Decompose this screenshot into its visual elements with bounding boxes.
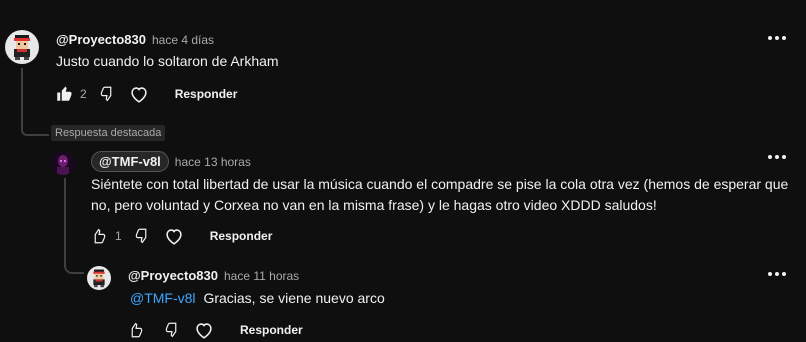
thumbs-up-icon — [131, 322, 143, 338]
heart-icon — [131, 87, 147, 103]
heart-icon — [196, 323, 212, 339]
pixel-character-icon — [93, 269, 105, 288]
avatar[interactable] — [87, 266, 111, 290]
like-count: 2 — [80, 87, 87, 101]
thread-line-reply-curve — [64, 262, 84, 274]
comment-text: @TMF-v8l Gracias, se viene nuevo arco — [130, 288, 385, 309]
more-vert-icon — [768, 36, 786, 40]
author-name[interactable]: @TMF-v8l — [91, 151, 169, 172]
dislike-button[interactable] — [95, 82, 119, 106]
like-button[interactable] — [87, 224, 111, 248]
avatar[interactable] — [51, 151, 75, 175]
heart-button[interactable] — [162, 224, 186, 248]
comment-header: @TMF-v8l hace 13 horas — [91, 151, 251, 172]
like-button[interactable] — [124, 318, 148, 342]
like-count: 1 — [115, 229, 122, 243]
thumbs-down-icon — [100, 86, 112, 102]
more-vert-icon — [768, 155, 786, 159]
thumbs-down-icon — [165, 322, 177, 338]
more-options-button[interactable] — [765, 26, 789, 50]
comment-text-line-1: Siéntete con total libertad de usar la m… — [91, 176, 789, 192]
comment-header: @Proyecto830 hace 11 horas — [128, 268, 299, 283]
avatar[interactable] — [5, 30, 39, 64]
comment-actions: 2 Responder — [52, 82, 237, 106]
dark-figure-icon — [51, 151, 75, 175]
highlighted-reply-badge: Respuesta destacada — [51, 125, 166, 141]
thread-line-reply — [64, 178, 66, 266]
heart-button[interactable] — [192, 318, 216, 342]
comment-text-body: Gracias, se viene nuevo arco — [203, 290, 385, 306]
heart-icon — [166, 229, 182, 245]
dislike-button[interactable] — [130, 224, 154, 248]
comment-text: Justo cuando lo soltaron de Arkham — [56, 53, 279, 69]
comment-header: @Proyecto830 hace 4 días — [56, 32, 214, 47]
reply-button[interactable]: Responder — [240, 323, 303, 337]
like-button[interactable] — [52, 82, 76, 106]
reply-button[interactable]: Responder — [210, 229, 273, 243]
reply-button[interactable]: Responder — [175, 87, 238, 101]
thumbs-up-icon — [94, 228, 106, 244]
thumbs-down-icon — [135, 228, 147, 244]
more-options-button[interactable] — [765, 145, 789, 169]
thread-line-curve — [21, 126, 49, 136]
more-options-button[interactable] — [765, 262, 789, 286]
heart-button[interactable] — [127, 82, 151, 106]
dislike-button[interactable] — [160, 318, 184, 342]
author-name[interactable]: @Proyecto830 — [128, 268, 218, 283]
timestamp[interactable]: hace 11 horas — [224, 269, 299, 283]
timestamp[interactable]: hace 4 días — [152, 33, 214, 47]
mention-link[interactable]: @TMF-v8l — [130, 290, 196, 306]
author-name[interactable]: @Proyecto830 — [56, 32, 146, 47]
comment-actions: Responder — [124, 318, 303, 342]
thumbs-up-filled-icon — [57, 86, 72, 101]
more-vert-icon — [768, 272, 786, 276]
comment-text-line-2: no, pero voluntad y Corxea no van en la … — [91, 197, 657, 213]
pixel-character-icon — [14, 35, 30, 60]
comment-actions: 1 Responder — [87, 224, 272, 248]
timestamp[interactable]: hace 13 horas — [175, 155, 251, 169]
thread-line-main — [21, 68, 23, 128]
